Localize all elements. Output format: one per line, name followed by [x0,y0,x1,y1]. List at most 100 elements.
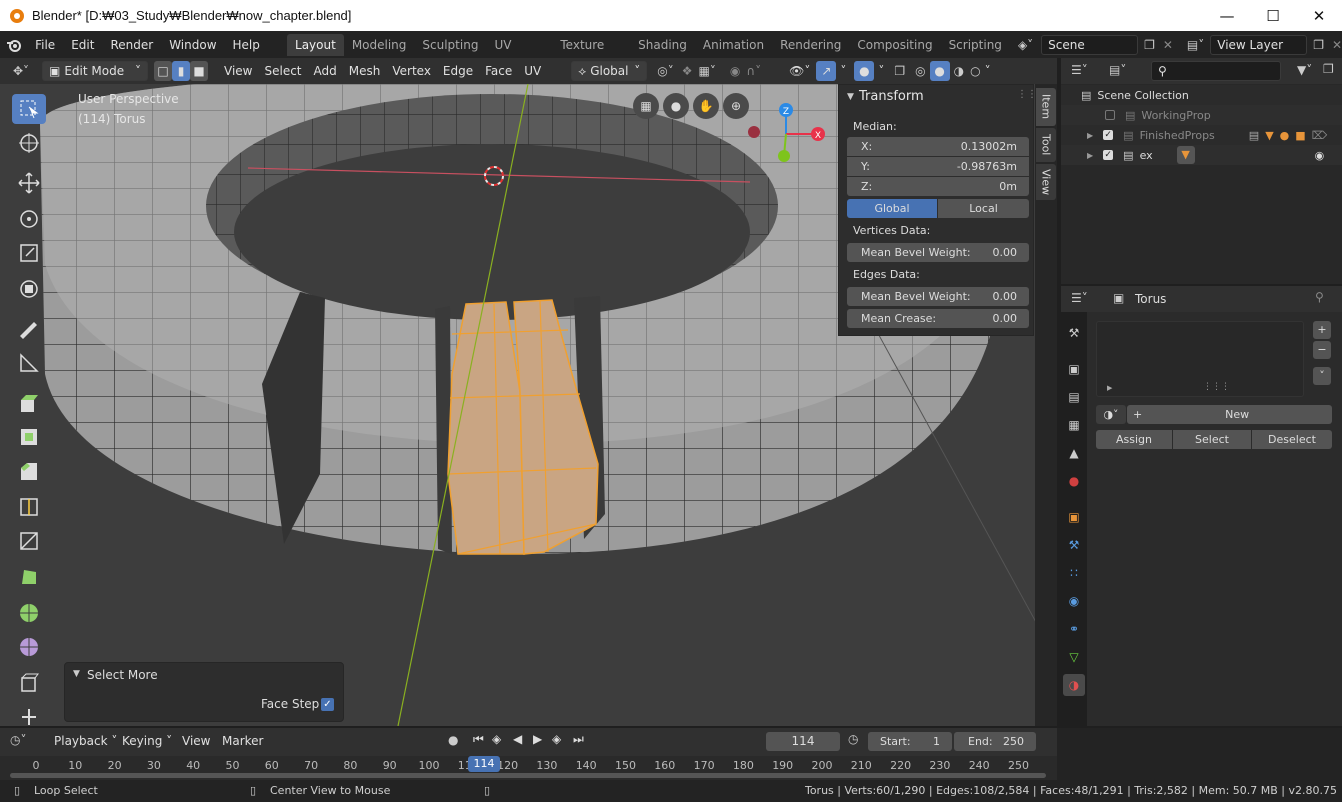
menu-timeline-view[interactable]: View [176,731,216,751]
timeline-editor-type-icon[interactable]: ◷˅ [10,733,26,747]
spin-tool-icon[interactable] [12,598,46,628]
menu-select[interactable]: Select [258,61,307,81]
constraint-properties-icon[interactable]: ⚭ [1063,618,1085,640]
face-step-checkbox[interactable]: ✓ [321,698,334,711]
render-properties-icon[interactable]: ▣ [1063,358,1085,380]
play-icon[interactable]: ▶ [533,732,542,746]
edge-slide-tool-icon[interactable] [12,668,46,698]
menu-uv[interactable]: UV [518,61,547,81]
material-browse-icon[interactable]: ◑˅ [1096,405,1126,424]
new-material-button[interactable]: + New [1127,405,1332,424]
tab-uv-editing[interactable]: UV Editing [486,34,552,74]
pivot-point-icon[interactable]: ◎˅ [657,64,673,78]
shading-wireframe-icon[interactable]: ◎ [915,64,925,78]
move-tool-icon[interactable] [12,168,46,198]
delete-scene-icon[interactable]: ✕ [1163,38,1173,52]
current-frame-field[interactable]: 114 [766,732,840,751]
list-item[interactable]: ▤ Scene Collection [1061,85,1342,105]
menu-file[interactable]: File [27,35,63,55]
delete-view-layer-icon[interactable]: ✕ [1332,38,1342,52]
extrude-tool-icon[interactable] [12,388,46,418]
orientation-dropdown[interactable]: ⟡ Global ˅ [571,61,648,81]
snap-toggle-icon[interactable]: ❖ [682,64,693,78]
drag-handle-icon[interactable]: ⋮⋮ [1017,89,1037,100]
menu-mesh[interactable]: Mesh [343,61,387,81]
hidden-eye-icon[interactable]: ⌦ [1312,129,1328,142]
properties-editor-type-icon[interactable]: ☰˅ [1071,291,1088,305]
play-reverse-icon[interactable]: ◀ [513,732,522,746]
output-properties-icon[interactable]: ▤ [1063,386,1085,408]
select-button[interactable]: Select [1173,430,1251,449]
gizmo-menu-icon[interactable]: ˅ [840,64,846,78]
median-x-field[interactable]: X: 0.13002m [847,137,1029,156]
filter-icon[interactable]: ▼˅ [1297,63,1312,77]
pan-hand-icon[interactable]: ✋ [693,93,719,119]
rotate-tool-icon[interactable] [12,204,46,234]
menu-edit[interactable]: Edit [63,35,102,55]
outliner-editor-type-icon[interactable]: ☰˅ [1071,63,1088,77]
shading-rendered-icon[interactable]: ○ [970,64,980,78]
prev-keyframe-icon[interactable]: ◈ [492,732,501,746]
shading-material-icon[interactable]: ◑ [954,64,964,78]
camera-view-icon[interactable]: ● [663,93,689,119]
object-properties-icon[interactable]: ▣ [1063,506,1085,528]
axis-gizmo[interactable]: Z X [746,98,836,178]
median-z-field[interactable]: Z: 0m [847,177,1029,196]
slot-menu-icon[interactable]: ˅ [1313,367,1331,385]
menu-render[interactable]: Render [102,35,161,55]
tab-scripting[interactable]: Scripting [941,34,1010,56]
tab-tool[interactable]: Tool [1036,128,1056,162]
maximize-button[interactable]: ☐ [1250,0,1296,31]
stopwatch-icon[interactable]: ◷ [848,732,858,746]
menu-help[interactable]: Help [225,35,268,55]
tab-compositing[interactable]: Compositing [849,34,940,56]
jump-end-icon[interactable]: ⏭ [573,732,584,747]
expand-arrow-icon[interactable]: ▶ [1107,384,1112,392]
smooth-tool-icon[interactable] [12,632,46,662]
exclude-checkbox[interactable]: ✓ [1103,150,1114,160]
add-slot-icon[interactable]: + [1313,321,1331,339]
cursor-tool-icon[interactable] [12,128,46,158]
scene-field[interactable]: Scene [1041,34,1139,55]
menu-window[interactable]: Window [161,35,224,55]
annotate-tool-icon[interactable] [12,314,46,344]
material-slot-list[interactable]: ▶ ⋮⋮⋮ [1096,321,1304,397]
material-properties-icon[interactable]: ◑ [1063,674,1085,696]
shading-solid-icon[interactable]: ● [929,61,950,81]
playhead[interactable]: 114 [468,756,501,772]
snap-target-icon[interactable]: ▦˅ [699,64,716,78]
global-toggle[interactable]: Global [847,199,937,218]
jump-start-icon[interactable]: ⏮ [473,732,484,747]
menu-playback[interactable]: Playback ˅ [48,731,123,751]
tab-sculpting[interactable]: Sculpting [414,34,486,56]
vertex-bevel-field[interactable]: Mean Bevel Weight: 0.00 [847,243,1029,262]
bevel-tool-icon[interactable] [12,456,46,486]
scene-selector-icon[interactable]: ◈˅ [1018,38,1033,52]
outliner-search-input[interactable]: ⚲ [1151,61,1281,81]
exclude-checkbox[interactable] [1105,110,1115,120]
mean-crease-field[interactable]: Mean Crease: 0.00 [847,309,1029,328]
inset-tool-icon[interactable] [12,422,46,452]
new-scene-icon[interactable]: ❐ [1144,38,1155,52]
tab-shading[interactable]: Shading [630,34,695,56]
visibility-icon[interactable]: 👁˅ [789,64,810,78]
overlay-toggle-icon[interactable]: ● [854,61,875,81]
transform-tool-icon[interactable] [12,274,46,304]
poly-build-tool-icon[interactable] [12,562,46,592]
next-keyframe-icon[interactable]: ◈ [552,732,561,746]
expand-arrow-icon[interactable]: ▶ [1087,131,1093,140]
tool-properties-icon[interactable]: ⚒ [1063,322,1085,344]
close-button[interactable]: ✕ [1296,0,1342,31]
timeline-scrollbar[interactable] [10,773,1046,778]
view-layer-field[interactable]: View Layer [1210,34,1308,55]
world-properties-icon[interactable]: ● [1063,470,1085,492]
edge-bevel-field[interactable]: Mean Bevel Weight: 0.00 [847,287,1029,306]
tab-modeling[interactable]: Modeling [344,34,415,56]
list-item[interactable]: ▶ ✓ ▤ ex ▼ ◉ [1061,145,1342,165]
pin-icon[interactable]: ⚲ [1315,290,1324,304]
edge-select-icon[interactable]: ▮ [172,61,190,81]
physics-properties-icon[interactable]: ◉ [1063,590,1085,612]
menu-vertex[interactable]: Vertex [386,61,437,81]
menu-add[interactable]: Add [308,61,343,81]
start-frame-field[interactable]: Start: 1 [868,732,952,751]
